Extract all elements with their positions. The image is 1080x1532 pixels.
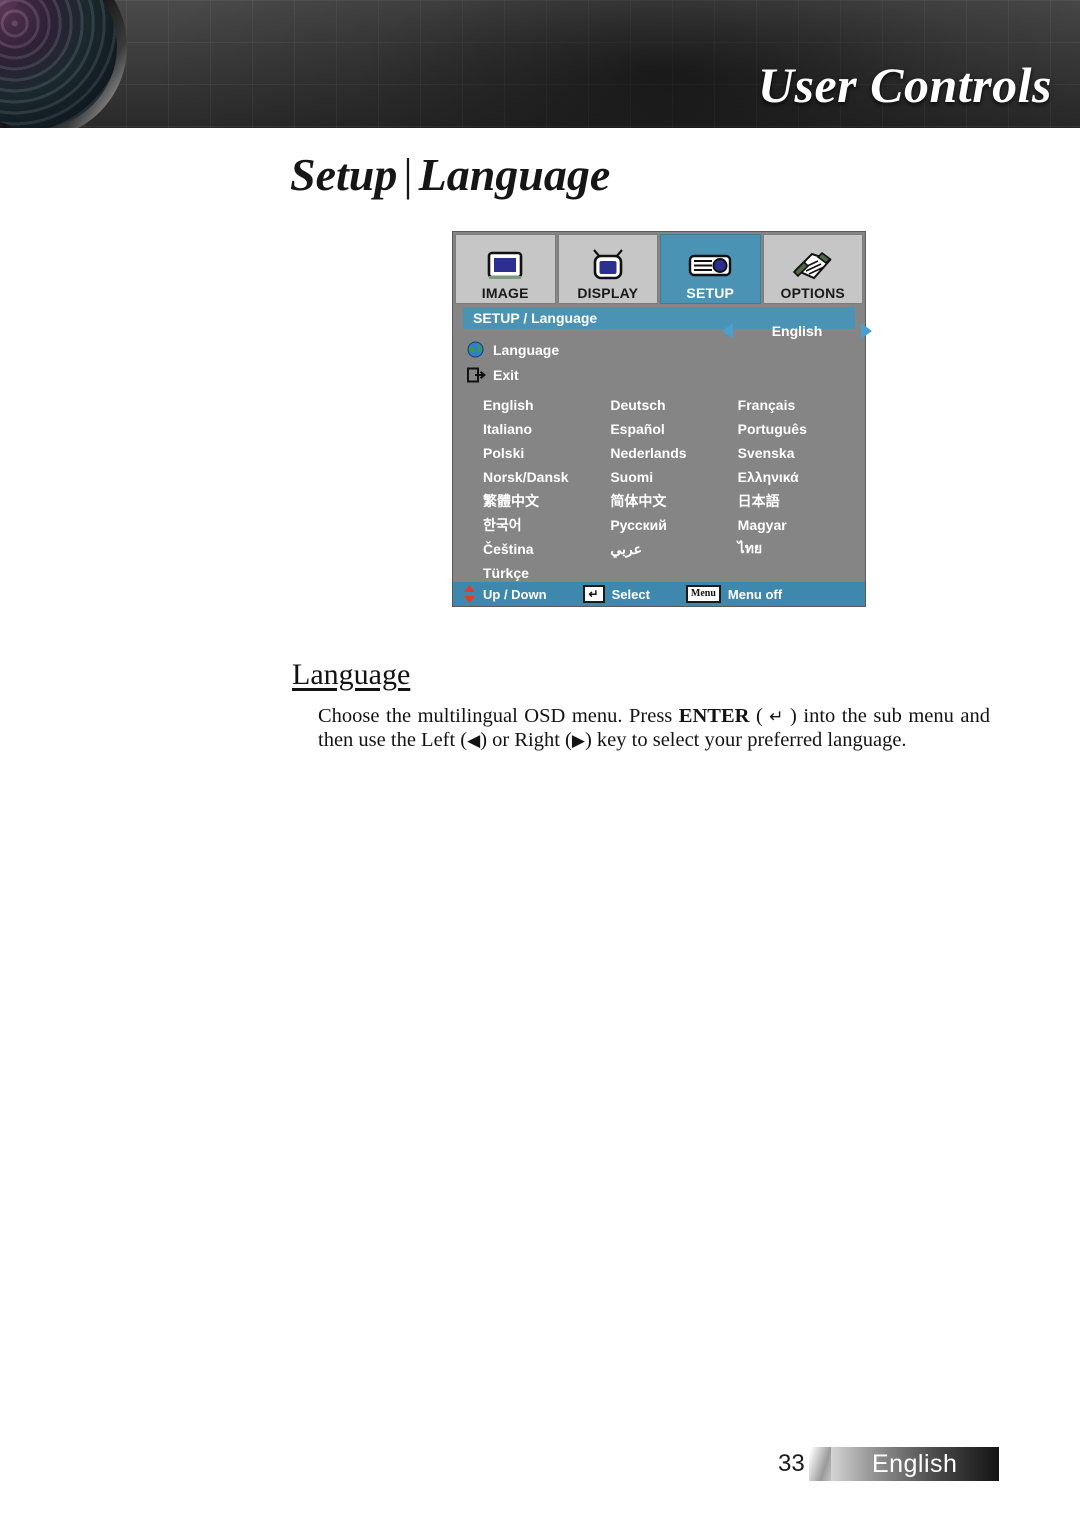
enter-key-icon: ↵ bbox=[582, 585, 605, 603]
page-title-separator: | bbox=[403, 149, 413, 200]
language-option[interactable]: Italiano bbox=[483, 421, 610, 437]
up-down-arrows-icon bbox=[463, 585, 476, 603]
paragraph-part-5: ) key to select your preferred language. bbox=[584, 729, 907, 752]
osd-tab-bar: IMAGE DISPLAY SETUP OPTIONS bbox=[453, 232, 865, 304]
page-title-section: Setup bbox=[290, 149, 398, 200]
notepad-pencil-icon bbox=[792, 246, 834, 286]
footer-language-banner: English bbox=[830, 1447, 999, 1481]
osd-row-exit[interactable]: Exit bbox=[453, 362, 865, 387]
page-footer: 33 English bbox=[778, 1447, 999, 1481]
projector-icon bbox=[688, 246, 732, 286]
osd-row-language[interactable]: Language English bbox=[453, 323, 872, 362]
language-option[interactable]: Ελληνικά bbox=[738, 469, 865, 485]
enter-glyph-icon: ↵ bbox=[769, 707, 784, 727]
language-option[interactable]: Nederlands bbox=[610, 445, 737, 461]
osd-value-stepper[interactable]: English bbox=[722, 323, 872, 339]
osd-hint-bar: Up / Down ↵ Select Menu Menu off bbox=[453, 582, 865, 606]
language-option[interactable]: Türkçe bbox=[483, 565, 610, 581]
globe-icon bbox=[467, 341, 493, 358]
language-row: 繁體中文 简体中文 日本語 bbox=[483, 489, 865, 513]
language-option[interactable]: Norsk/Dansk bbox=[483, 469, 610, 485]
right-arrow-icon[interactable] bbox=[861, 323, 872, 339]
language-option[interactable]: Español bbox=[610, 421, 737, 437]
language-row: 한국어 Русский Magyar bbox=[483, 513, 865, 537]
exit-door-icon bbox=[467, 367, 493, 383]
osd-tab-label: IMAGE bbox=[481, 285, 529, 301]
language-option[interactable]: 한국어 bbox=[483, 515, 610, 535]
language-option[interactable]: عربي bbox=[610, 541, 737, 558]
osd-row-label: Exit bbox=[493, 366, 519, 383]
hint-menu-off: Menu Menu off bbox=[685, 585, 783, 603]
paragraph-part-2: ( bbox=[749, 705, 770, 727]
monitor-icon bbox=[486, 246, 524, 286]
language-option[interactable]: ไทย bbox=[738, 538, 865, 560]
left-arrow-icon[interactable] bbox=[722, 323, 733, 339]
page-header: User Controls bbox=[0, 0, 1080, 128]
page-title-name: Language bbox=[418, 149, 611, 200]
paragraph-part-4: ) or Right ( bbox=[480, 729, 572, 752]
section-heading: Language bbox=[292, 658, 411, 691]
footer-slash-divider bbox=[809, 1447, 831, 1481]
osd-tab-label: SETUP bbox=[686, 285, 735, 301]
osd-tab-image[interactable]: IMAGE bbox=[455, 234, 556, 304]
menu-key-icon: Menu bbox=[685, 585, 721, 603]
osd-row-label: Language bbox=[493, 341, 560, 358]
language-option[interactable]: Português bbox=[738, 421, 865, 437]
osd-row-value: English bbox=[771, 323, 823, 339]
osd-tab-label: OPTIONS bbox=[780, 285, 845, 301]
language-option[interactable]: 繁體中文 bbox=[483, 491, 610, 511]
hint-select: ↵ Select bbox=[582, 585, 650, 603]
language-grid: English Deutsch Français Italiano Españo… bbox=[453, 387, 865, 585]
header-title: User Controls bbox=[757, 57, 1052, 113]
hint-label: Menu off bbox=[727, 586, 783, 602]
osd-tab-options[interactable]: OPTIONS bbox=[762, 234, 863, 304]
hint-label: Up / Down bbox=[483, 586, 547, 602]
language-row: English Deutsch Français bbox=[483, 393, 865, 417]
language-row: Italiano Español Português bbox=[483, 417, 865, 441]
language-option[interactable]: English bbox=[483, 397, 610, 413]
paragraph-part-1: Choose the multilingual OSD menu. Press bbox=[318, 705, 679, 727]
hint-label: Select bbox=[611, 586, 650, 602]
language-option[interactable]: 简体中文 bbox=[610, 491, 737, 511]
language-option[interactable]: Deutsch bbox=[610, 397, 737, 413]
language-option[interactable]: Русский bbox=[610, 517, 737, 533]
footer-language-label: English bbox=[871, 1449, 958, 1478]
language-row: Polski Nederlands Svenska bbox=[483, 441, 865, 465]
left-glyph-icon: ◀ bbox=[467, 731, 481, 752]
language-option[interactable]: Čeština bbox=[483, 541, 610, 557]
hint-up-down: Up / Down bbox=[463, 585, 547, 603]
document-page: User Controls Setup | Language IMAGE DIS… bbox=[0, 0, 1080, 1532]
language-option[interactable]: 日本語 bbox=[738, 491, 865, 511]
section-paragraph: Choose the multilingual OSD menu. Press … bbox=[318, 704, 990, 752]
page-title: Setup | Language bbox=[290, 148, 610, 201]
osd-tab-setup[interactable]: SETUP bbox=[660, 234, 761, 304]
menu-key-glyph: Menu bbox=[685, 585, 721, 603]
page-number: 33 bbox=[778, 1450, 805, 1477]
language-option[interactable]: Suomi bbox=[610, 469, 737, 485]
language-option[interactable]: Polski bbox=[483, 445, 610, 461]
osd-tab-display[interactable]: DISPLAY bbox=[557, 234, 658, 304]
osd-body: Language English Exit English Deutsch Fr… bbox=[453, 323, 872, 585]
language-row: Čeština عربي ไทย bbox=[483, 537, 865, 561]
camera-lens-icon bbox=[0, 0, 162, 128]
enter-key-glyph: ↵ bbox=[582, 585, 605, 603]
language-option[interactable]: Svenska bbox=[738, 445, 865, 461]
right-glyph-icon: ▶ bbox=[571, 731, 585, 752]
language-option[interactable]: Magyar bbox=[738, 517, 865, 533]
tv-icon bbox=[589, 246, 627, 286]
osd-tab-label: DISPLAY bbox=[577, 285, 639, 301]
language-option[interactable]: Français bbox=[738, 397, 865, 413]
osd-menu: IMAGE DISPLAY SETUP OPTIONS SETUP / Lang… bbox=[452, 231, 872, 607]
enter-keyword: ENTER bbox=[678, 705, 750, 727]
language-row: Norsk/Dansk Suomi Ελληνικά bbox=[483, 465, 865, 489]
